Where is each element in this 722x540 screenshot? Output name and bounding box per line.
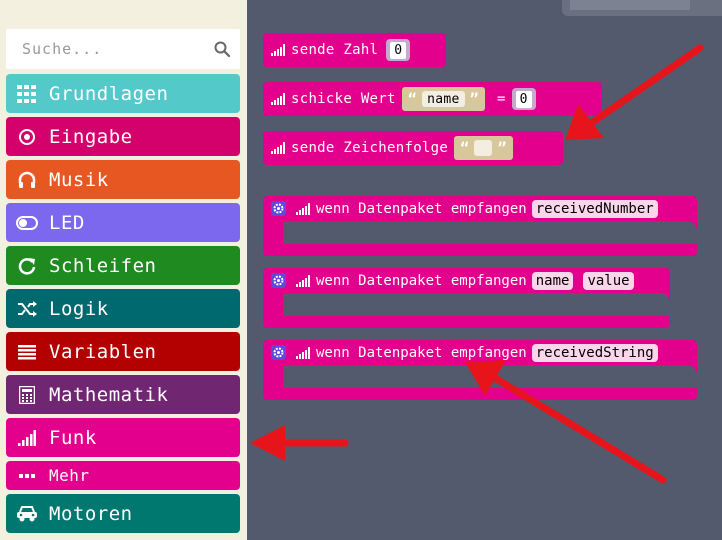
equals-sign: =	[496, 91, 506, 107]
calculator-icon	[16, 384, 38, 406]
workspace-topbar-handle	[570, 0, 690, 10]
toolbox: Grundlagen Eingabe Musik LED Schleifen L…	[0, 0, 247, 540]
number-input[interactable]: 0	[386, 39, 411, 61]
search-box[interactable]	[6, 29, 240, 69]
category-eingabe[interactable]: Eingabe	[6, 117, 240, 156]
block-mouth	[283, 365, 697, 388]
list-icon	[16, 341, 38, 363]
category-logik[interactable]: Logik	[6, 289, 240, 328]
param-received-number[interactable]: receivedNumber	[531, 199, 658, 218]
signal-icon	[271, 93, 285, 105]
category-label: Schleifen	[49, 254, 157, 277]
category-label: Motoren	[49, 502, 133, 525]
search-input[interactable]	[22, 40, 214, 58]
category-variablen[interactable]: Variablen	[6, 332, 240, 371]
refresh-icon	[16, 255, 38, 277]
category-label: Mehr	[49, 466, 90, 485]
name-string-input[interactable]: “ name ”	[401, 87, 485, 111]
category-label: LED	[49, 211, 85, 234]
category-label: Logik	[49, 297, 109, 320]
category-label: Mathematik	[49, 383, 169, 406]
search-icon[interactable]	[214, 41, 230, 57]
signal-icon	[296, 202, 310, 215]
category-mehr[interactable]: Mehr	[6, 461, 240, 490]
category-motoren[interactable]: Motoren	[6, 494, 240, 533]
shuffle-icon	[16, 298, 38, 320]
car-icon	[16, 503, 38, 525]
send-string-block[interactable]: sende Zeichenfolge “ ”	[263, 131, 563, 165]
more-icon	[16, 465, 38, 487]
signal-icon	[271, 44, 285, 56]
signal-icon	[271, 142, 285, 154]
category-label: Eingabe	[49, 125, 133, 148]
target-icon	[16, 126, 38, 148]
category-led[interactable]: LED	[6, 203, 240, 242]
string-input[interactable]: “ ”	[454, 136, 513, 160]
category-label: Musik	[49, 168, 109, 191]
block-label: wenn Datenpaket empfangen	[316, 344, 527, 361]
toggle-icon	[16, 212, 38, 234]
category-label: Variablen	[49, 340, 157, 363]
category-funk[interactable]: Funk	[6, 418, 240, 457]
category-schleifen[interactable]: Schleifen	[6, 246, 240, 285]
send-value-block[interactable]: schicke Wert “ name ” = 0	[263, 82, 602, 116]
send-number-block[interactable]: sende Zahl 0	[263, 33, 446, 67]
grid-icon	[16, 83, 38, 105]
param-value[interactable]: value	[583, 271, 634, 290]
param-name[interactable]: name	[531, 271, 574, 290]
signal-icon	[296, 274, 310, 287]
category-grundlagen[interactable]: Grundlagen	[6, 74, 240, 113]
block-label: sende Zahl	[291, 42, 379, 58]
block-label: wenn Datenpaket empfangen	[316, 200, 527, 217]
signal-icon	[296, 346, 310, 359]
category-label: Grundlagen	[49, 82, 169, 105]
number-input[interactable]: 0	[511, 88, 536, 110]
gear-icon	[271, 201, 286, 216]
block-mouth	[283, 221, 697, 244]
category-label: Funk	[49, 426, 97, 449]
signal-icon	[16, 427, 38, 449]
category-musik[interactable]: Musik	[6, 160, 240, 199]
block-mouth	[283, 293, 670, 316]
block-label: sende Zeichenfolge	[291, 140, 449, 156]
category-mathematik[interactable]: Mathematik	[6, 375, 240, 414]
block-label: wenn Datenpaket empfangen	[316, 272, 527, 289]
gear-icon	[271, 345, 286, 360]
param-received-string[interactable]: receivedString	[531, 343, 658, 362]
block-label: schicke Wert	[291, 91, 396, 107]
gear-icon	[271, 273, 286, 288]
headphones-icon	[16, 169, 38, 191]
